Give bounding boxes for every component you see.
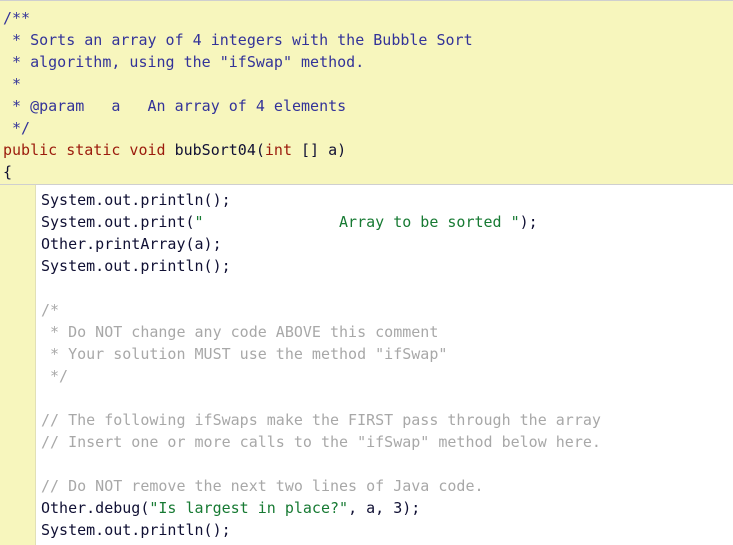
code-token-plain: System.out.print( — [41, 213, 195, 231]
code-token-comment: /* — [41, 301, 60, 319]
code-token-comment: // Do NOT remove the next two lines of J… — [41, 477, 484, 495]
code-token-comment: // The following ifSwaps make the FIRST … — [41, 411, 601, 429]
code-token-string: " Array to be sorted " — [194, 213, 520, 231]
code-token-comment: * Your solution MUST use the method "ifS… — [41, 345, 448, 363]
code-token-plain: Other.printArray(a); — [41, 235, 222, 253]
code-line[interactable]: System.out.print(" Array to be sorted ")… — [41, 211, 601, 233]
code-line[interactable]: */ — [41, 365, 601, 387]
code-token-javadoc: * — [3, 75, 22, 93]
javadoc-line: * Sorts an array of 4 integers with the … — [3, 29, 473, 51]
java-code-editor[interactable]: /** * Sorts an array of 4 integers with … — [0, 0, 733, 545]
code-token-type: int — [264, 141, 292, 159]
javadoc-line: * algorithm, using the "ifSwap" method. — [3, 51, 473, 73]
javadoc-line: public static void bubSort04(int [] a) — [3, 139, 473, 161]
code-line[interactable]: * Do NOT change any code ABOVE this comm… — [41, 321, 601, 343]
code-token-javadoc: */ — [3, 119, 31, 137]
javadoc-line: { — [3, 161, 473, 183]
code-token-javadoc: * Sorts an array of 4 integers with the … — [3, 31, 473, 49]
code-token-plain: ); — [519, 213, 538, 231]
code-line[interactable]: System.out.println(); — [41, 189, 601, 211]
code-line[interactable]: System.out.println(); — [41, 519, 601, 541]
code-token-plain: [] a) — [292, 141, 347, 159]
code-token-plain: { — [3, 163, 13, 181]
code-line[interactable]: // Do NOT remove the next two lines of J… — [41, 475, 601, 497]
code-line[interactable]: * Your solution MUST use the method "ifS… — [41, 343, 601, 365]
code-token-comment: */ — [41, 367, 69, 385]
code-line[interactable] — [41, 387, 601, 409]
code-token-comment: // Insert one or more calls to the "ifSw… — [41, 433, 601, 451]
code-line[interactable]: // The following ifSwaps make the FIRST … — [41, 409, 601, 431]
code-token-string: "Is largest in place?" — [149, 499, 349, 517]
javadoc-line: * @param a An array of 4 elements — [3, 95, 473, 117]
code-token-plain: Other.debug( — [41, 499, 150, 517]
method-body-lines[interactable]: System.out.println(); System.out.print(" … — [41, 189, 601, 541]
code-token-comment: * Do NOT change any code ABOVE this comm… — [41, 323, 439, 341]
code-line[interactable]: /* — [41, 299, 601, 321]
locked-left-gutter — [0, 185, 36, 545]
code-line[interactable]: System.out.println(); — [41, 255, 601, 277]
code-token-javadoc: * @param a An array of 4 elements — [3, 97, 347, 115]
code-line[interactable]: Other.debug("Is largest in place?", a, 3… — [41, 497, 601, 519]
code-token-keyword: public static void — [3, 141, 175, 159]
code-token-plain: System.out.println(); — [41, 521, 231, 539]
code-token-plain: , a, 3); — [348, 499, 421, 517]
code-line[interactable]: Other.printArray(a); — [41, 233, 601, 255]
code-line[interactable]: // Insert one or more calls to the "ifSw… — [41, 431, 601, 453]
code-token-javadoc: /** — [3, 9, 31, 27]
javadoc-line: /** — [3, 7, 473, 29]
code-token-javadoc: * algorithm, using the "ifSwap" method. — [3, 53, 365, 71]
javadoc-line: * — [3, 73, 473, 95]
code-token-plain: System.out.println(); — [41, 257, 231, 275]
code-token-plain: System.out.println(); — [41, 191, 231, 209]
code-token-plain: bubSort04( — [174, 141, 265, 159]
code-line[interactable] — [41, 277, 601, 299]
javadoc-line: */ — [3, 117, 473, 139]
code-line[interactable] — [41, 453, 601, 475]
javadoc-signature-lines: /** * Sorts an array of 4 integers with … — [3, 7, 473, 183]
